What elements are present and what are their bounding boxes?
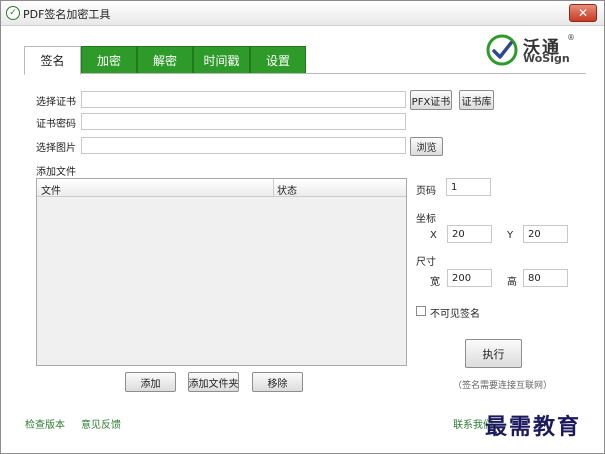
y-coordinate-input[interactable]	[523, 225, 568, 243]
tab-sign[interactable]: 签名	[24, 46, 81, 75]
remove-file-button[interactable]: 移除	[252, 372, 303, 392]
size-label: 尺寸	[416, 257, 436, 268]
column-divider[interactable]	[273, 179, 274, 196]
watermark-text: 最需教育	[485, 414, 582, 440]
password-label: 证书密码	[36, 119, 76, 130]
cert-label: 选择证书	[36, 97, 76, 108]
page-label: 页码	[416, 186, 436, 197]
column-header-file[interactable]: 文件	[41, 182, 61, 197]
files-section-label: 添加文件	[36, 167, 76, 178]
tab-timestamp[interactable]: 时间戳	[193, 46, 250, 74]
app-icon: ✓	[6, 6, 20, 20]
tab-decrypt[interactable]: 解密	[137, 46, 193, 74]
width-label: 宽	[430, 277, 440, 288]
add-folder-button[interactable]: 添加文件夹	[188, 372, 239, 392]
invisible-signature-label: 不可见签名	[430, 309, 480, 320]
page-input[interactable]	[446, 178, 491, 196]
close-button[interactable]: ✕	[569, 4, 597, 22]
cert-input[interactable]	[81, 91, 406, 108]
brand-reg-mark: ®	[567, 33, 575, 42]
image-label: 选择图片	[36, 143, 76, 154]
x-label: X	[430, 230, 437, 241]
height-input[interactable]	[523, 269, 568, 287]
add-file-button[interactable]: 添加	[125, 372, 176, 392]
y-label: Y	[507, 230, 514, 241]
check-version-link[interactable]: 检查版本	[25, 416, 65, 431]
tab-settings[interactable]: 设置	[250, 46, 306, 74]
internet-required-note: （签名需要连接互联网）	[453, 381, 553, 391]
execute-button[interactable]: 执行	[465, 339, 522, 368]
file-list[interactable]: 文件 状态	[36, 178, 407, 366]
image-input[interactable]	[81, 137, 406, 154]
pfx-cert-button[interactable]: PFX证书	[410, 90, 452, 110]
brand-name-en: WoSign	[523, 52, 570, 65]
feedback-link[interactable]: 意见反馈	[81, 416, 121, 431]
wosign-check-icon	[486, 34, 518, 66]
x-coordinate-input[interactable]	[447, 225, 492, 243]
password-input[interactable]	[81, 113, 406, 130]
cert-store-button[interactable]: 证书库	[459, 90, 494, 110]
file-list-header: 文件 状态	[37, 179, 406, 197]
invisible-signature-checkbox[interactable]	[416, 306, 426, 316]
browse-button[interactable]: 浏览	[410, 137, 443, 156]
wosign-logo: 沃通 ® WoSign	[485, 33, 575, 67]
title-bar: ✓ PDF签名加密工具 ✕	[1, 1, 604, 26]
column-header-status[interactable]: 状态	[277, 182, 297, 197]
coordinates-label: 坐标	[416, 214, 436, 225]
window-title: PDF签名加密工具	[23, 8, 111, 21]
height-label: 高	[507, 277, 517, 288]
tab-encrypt[interactable]: 加密	[81, 46, 137, 74]
width-input[interactable]	[447, 269, 492, 287]
app-window: ✓ PDF签名加密工具 ✕ 沃通 ® WoSign 签名 加密 解密 时间戳 设…	[0, 0, 605, 454]
